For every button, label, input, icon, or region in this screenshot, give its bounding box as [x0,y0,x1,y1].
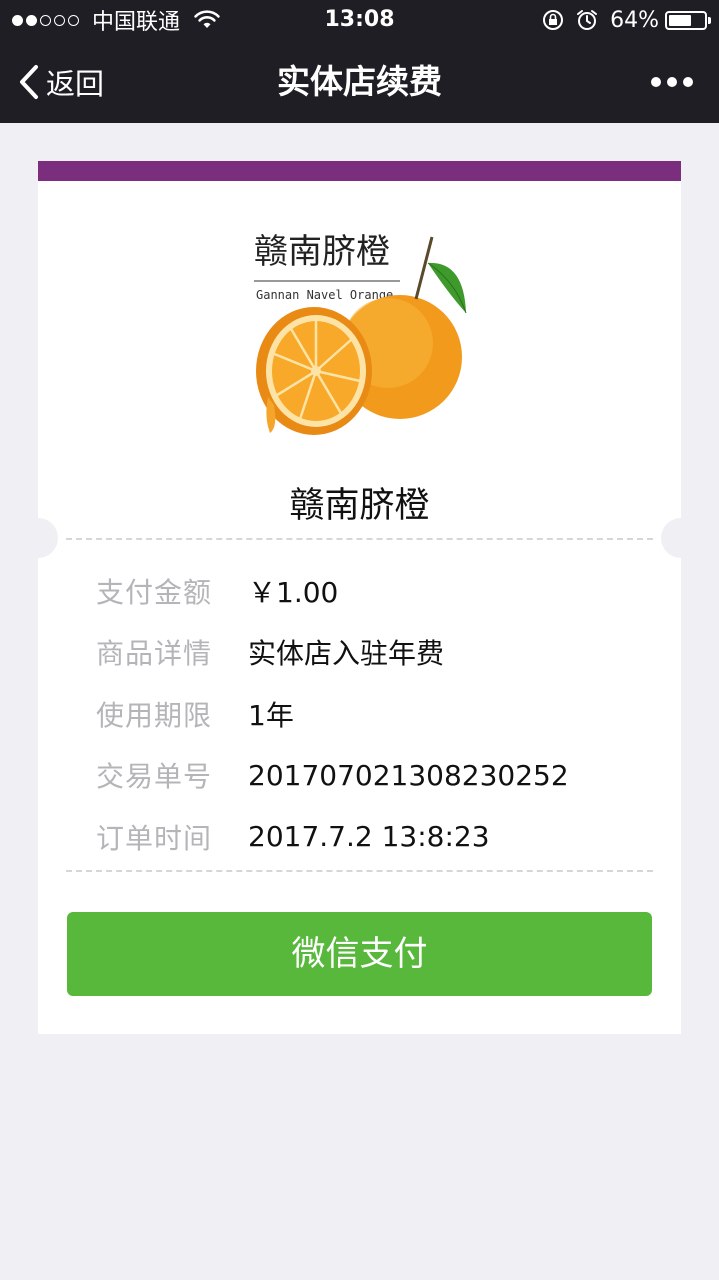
alarm-icon [577,10,598,30]
detail-row-transaction-id: 交易单号 201707021308230252 [96,745,656,807]
nav-bar: 返回 实体店续费 [0,40,719,123]
detail-row-term: 使用期限 1年 [96,683,656,745]
card-accent-bar [38,161,681,181]
detail-label: 使用期限 [96,698,213,732]
order-details: 支付金额 ￥1.00 商品详情 实体店入驻年费 使用期限 1年 交易单号 201… [96,560,656,868]
detail-value: 1年 [248,698,294,732]
detail-row-order-time: 订单时间 2017.7.2 13:8:23 [96,806,656,868]
chevron-left-icon [20,64,38,99]
battery-fill [669,14,691,26]
detail-value: 201707021308230252 [248,758,569,792]
detail-row-amount: 支付金额 ￥1.00 [96,560,656,622]
detail-label: 交易单号 [96,760,213,794]
ticket-notch-right [661,518,701,558]
product-name: 赣南脐橙 [289,486,430,526]
divider-dashed-bottom [66,870,653,872]
detail-value: 实体店入驻年费 [248,637,445,671]
order-card: 赣南脐橙 Gannan Navel Orange 赣南脐橙 支付金额 ￥1.00… [18,161,701,1034]
detail-value: 2017.7.2 13:8:23 [248,820,490,854]
ticket-notch-left [18,518,58,558]
battery-percent: 64% [610,7,659,33]
detail-label: 支付金额 [96,575,213,609]
detail-value: ￥1.00 [248,575,339,609]
status-bar: 中国联通 13:08 64% [0,0,719,40]
back-button[interactable]: 返回 [18,40,104,123]
back-label: 返回 [46,66,105,101]
status-bar-right: 64% [542,0,711,40]
product-logo-image: 赣南脐橙 Gannan Navel Orange [254,232,467,435]
orientation-lock-icon [543,10,564,30]
page-title: 实体店续费 [277,62,442,101]
logo-english-text: Gannan Navel Orange [256,288,393,302]
more-dots-icon[interactable] [645,40,693,123]
divider-dashed-top [66,538,653,540]
battery-icon [665,10,711,30]
wechat-pay-button[interactable]: 微信支付 [67,912,652,996]
detail-row-product: 商品详情 实体店入驻年费 [96,622,656,684]
logo-chinese-text: 赣南脐橙 [254,232,390,272]
detail-label: 订单时间 [96,821,213,855]
detail-label: 商品详情 [96,637,213,671]
